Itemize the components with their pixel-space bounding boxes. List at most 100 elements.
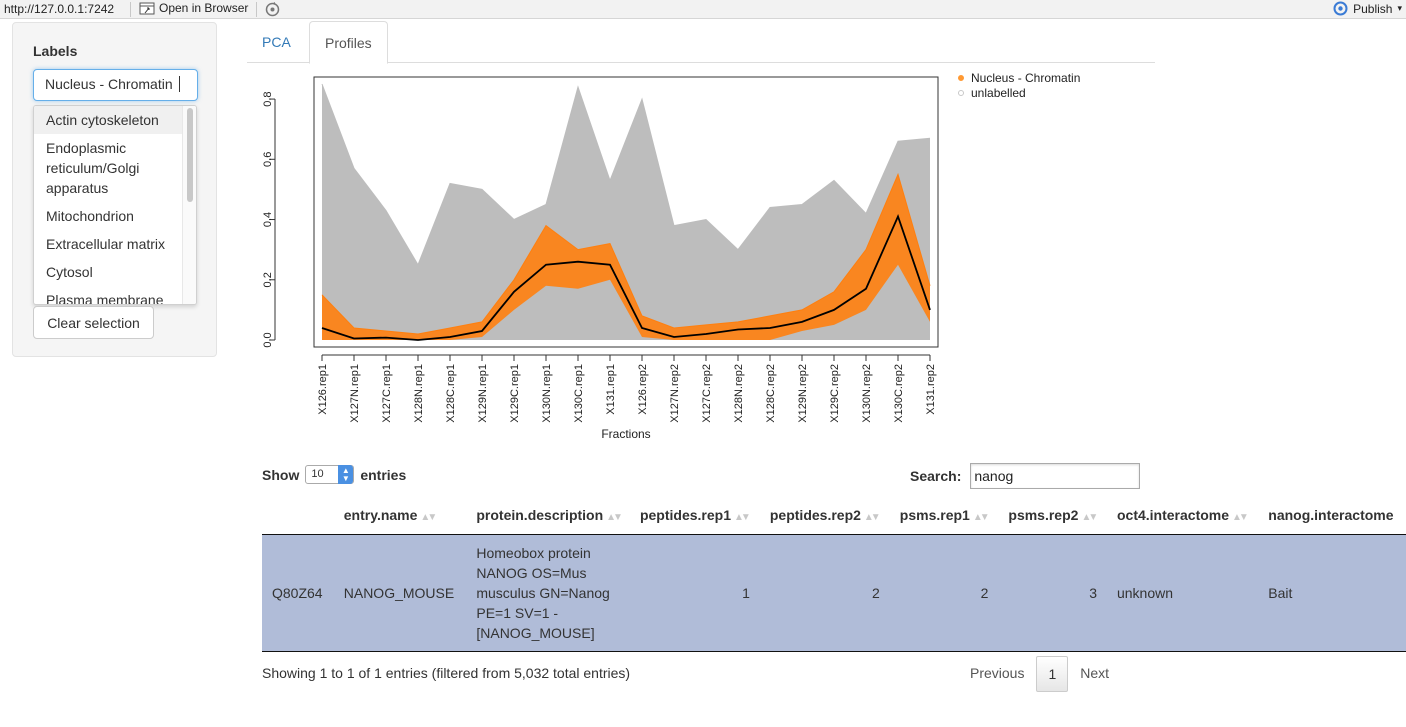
table-cell: Q80Z64 — [262, 534, 334, 652]
show-label: Show — [262, 466, 300, 483]
table-cell: Homeobox protein NANOG OS=Mus musculus G… — [466, 534, 630, 652]
column-header-label: nanog.interactome — [1268, 506, 1394, 523]
table-info: Showing 1 to 1 of 1 entries (filtered fr… — [262, 665, 631, 681]
column-header[interactable]: peptides.rep1 ▲▼ — [629, 496, 760, 535]
tab-profiles[interactable]: Profiles — [309, 21, 388, 64]
column-header[interactable]: nanog.interactome — [1258, 496, 1406, 535]
dropdown-options: Actin cytoskeleton Endoplasmic reticulum/… — [34, 106, 196, 304]
labels-dropdown: Actin cytoskeleton Endoplasmic reticulum/… — [33, 105, 197, 305]
text-caret — [178, 76, 180, 92]
legend-label: Nucleus - Chromatin — [971, 71, 1080, 85]
y-tick-label: 0.2 — [262, 272, 274, 287]
table-cell: 1 — [629, 534, 760, 652]
x-tick-label: X127C.rep1 — [381, 364, 393, 423]
x-tick-label: X126.rep2 — [637, 364, 649, 415]
dropdown-option[interactable]: Extracellular matrix — [34, 230, 183, 258]
legend-label: unlabelled — [971, 86, 1026, 100]
sort-icon: ▲▼ — [733, 511, 751, 523]
dropdown-option[interactable]: Mitochondrion — [34, 202, 183, 230]
toolbar-divider — [256, 2, 257, 17]
table-header-row: entry.name ▲▼ protein.description ▲▼ peptide… — [262, 496, 1406, 535]
table-cell: 2 — [889, 534, 999, 652]
column-header-label: peptides.rep1 — [639, 506, 731, 523]
pagination: Previous 1 Next — [958, 656, 1121, 692]
previous-page-button[interactable]: Previous — [958, 656, 1036, 692]
toolbar-divider — [130, 2, 131, 17]
x-tick-label: X129N.rep1 — [477, 364, 489, 423]
x-axis-label: Fractions — [601, 427, 650, 441]
column-header[interactable]: oct4.interactome ▲▼ — [1106, 496, 1259, 535]
legend-marker — [958, 90, 964, 96]
refresh-icon[interactable] — [264, 1, 281, 18]
column-header-label: psms.rep2 — [1008, 506, 1079, 523]
column-header[interactable]: psms.rep2 ▲▼ — [998, 496, 1107, 535]
table-cell: NANOG_MOUSE — [333, 534, 467, 652]
browser-window-icon — [139, 2, 155, 14]
x-tick-label: X130C.rep2 — [893, 364, 905, 423]
next-page-button[interactable]: Next — [1068, 656, 1121, 692]
column-header[interactable]: psms.rep1 ▲▼ — [889, 496, 999, 535]
chevron-down-icon: ▾ — [1397, 3, 1402, 13]
x-tick-label: X127N.rep1 — [349, 364, 361, 423]
y-tick-label: 0.0 — [262, 332, 274, 347]
column-header-label: entry.name — [343, 506, 418, 523]
x-tick-label: X128C.rep1 — [445, 364, 457, 423]
y-tick-label: 0.6 — [262, 152, 274, 167]
publish-button[interactable]: Publish ▾ — [1333, 1, 1402, 16]
column-header-label: protein.description — [476, 506, 604, 523]
publish-label: Publish — [1353, 1, 1393, 16]
legend-marker — [958, 75, 964, 81]
sidebar-panel: Labels Nucleus - Chromatin Actin cytoske… — [12, 22, 217, 357]
tab-bar: PCA Profiles — [247, 21, 1155, 64]
dropdown-scrollbar[interactable] — [182, 106, 196, 304]
column-header[interactable]: peptides.rep2 ▲▼ — [759, 496, 890, 535]
x-tick-label: X131.rep1 — [605, 364, 617, 415]
sort-icon: ▲▼ — [606, 511, 623, 523]
dropdown-option[interactable]: Actin cytoskeleton — [34, 106, 183, 134]
scrollbar-thumb[interactable] — [187, 108, 193, 202]
dropdown-option[interactable]: Plasma membrane — [34, 286, 183, 304]
column-header-label: oct4.interactome — [1116, 506, 1230, 523]
viewer-toolbar: http://127.0.0.1:7242 Open in Browser Pu… — [0, 0, 1406, 19]
tab-pca[interactable]: PCA — [247, 21, 306, 63]
x-tick-label: X128C.rep2 — [765, 364, 777, 423]
column-header[interactable]: entry.name ▲▼ — [333, 496, 467, 535]
publish-icon — [1333, 1, 1348, 16]
y-tick-label: 0.4 — [262, 212, 274, 227]
sort-icon: ▲▼ — [863, 511, 881, 523]
column-header-label: peptides.rep2 — [769, 506, 861, 523]
x-tick-label: X127N.rep2 — [669, 364, 681, 423]
column-header[interactable] — [262, 496, 334, 535]
page-length-select[interactable]: 10 ▲ ▼ — [305, 465, 355, 484]
open-in-browser-button[interactable]: Open in Browser — [139, 1, 248, 15]
table-row[interactable]: Q80Z64 NANOG_MOUSE Homeobox protein NANOG … — [262, 534, 1406, 652]
labels-select-input[interactable]: Nucleus - Chromatin — [33, 69, 198, 101]
x-tick-label: X126.rep1 — [317, 364, 329, 415]
select-arrows-icon: ▲ ▼ — [338, 465, 354, 484]
x-tick-label: X130N.rep2 — [861, 364, 873, 423]
x-tick-label: X129C.rep2 — [829, 364, 841, 423]
sort-icon: ▲▼ — [420, 511, 437, 523]
data-table: entry.name ▲▼ protein.description ▲▼ peptide… — [262, 496, 1406, 652]
table-cell: Bait — [1258, 534, 1406, 652]
search-input[interactable] — [970, 463, 1141, 489]
x-tick-label: X128N.rep1 — [413, 364, 425, 423]
clear-selection-button[interactable]: Clear selection — [33, 306, 154, 339]
table-search: Search: — [910, 463, 1141, 489]
dropdown-option[interactable]: Endoplasmic reticulum/Golgi apparatus — [34, 134, 183, 202]
page-1-button[interactable]: 1 — [1036, 656, 1069, 692]
x-tick-label: X128N.rep2 — [733, 364, 745, 423]
column-header[interactable]: protein.description ▲▼ — [466, 496, 630, 535]
entries-label: entries — [360, 466, 407, 483]
sort-icon: ▲▼ — [1081, 511, 1098, 523]
sort-icon: ▲▼ — [1232, 511, 1249, 523]
dropdown-option[interactable]: Cytosol — [34, 258, 183, 286]
table-cell: 2 — [759, 534, 890, 652]
x-tick-label: X131.rep2 — [925, 364, 937, 415]
x-tick-label: X129C.rep1 — [509, 364, 521, 423]
open-in-browser-label: Open in Browser — [159, 1, 249, 15]
table-cell: unknown — [1106, 534, 1259, 652]
x-tick-label: X130C.rep1 — [573, 364, 585, 423]
page-length-control: Show 10 ▲ ▼ entries — [262, 465, 406, 484]
search-label: Search: — [910, 468, 962, 484]
